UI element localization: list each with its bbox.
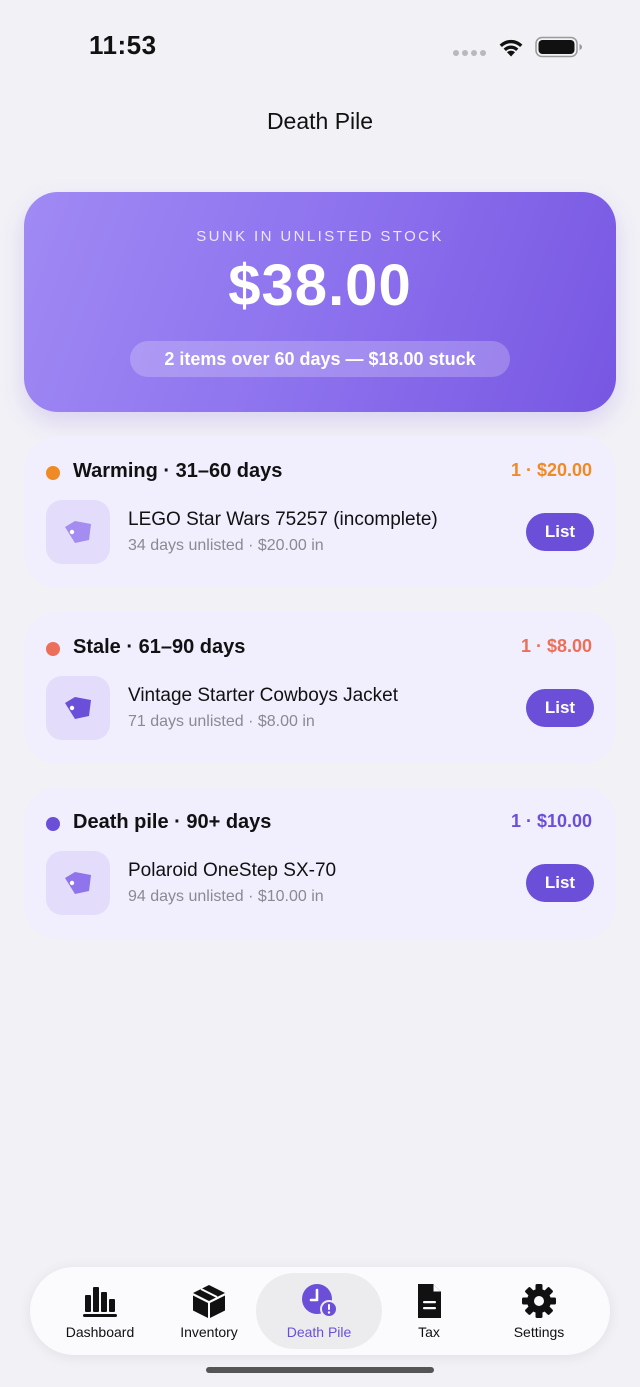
list-item[interactable]: Polaroid OneStep SX-70 94 days unlisted … <box>46 851 594 915</box>
status-dot-icon <box>46 817 60 831</box>
list-item[interactable]: Vintage Starter Cowboys Jacket 71 days u… <box>46 676 594 740</box>
tab-death-pile[interactable]: Death Pile <box>256 1273 382 1349</box>
home-indicator <box>206 1367 434 1373</box>
status-bar: 11:53 <box>0 0 640 90</box>
wifi-icon <box>499 39 523 57</box>
group-header: Warming · 31–60 days 1 · $20.00 <box>46 460 592 486</box>
tab-inventory[interactable]: Inventory <box>149 1273 269 1349</box>
group-title: Stale · 61–90 days <box>73 636 246 658</box>
tab-dashboard[interactable]: Dashboard <box>40 1273 160 1349</box>
cellular-signal-icon <box>453 50 486 56</box>
summary-label: SUNK IN UNLISTED STOCK <box>196 228 444 245</box>
status-time: 11:53 <box>89 30 157 60</box>
list-button[interactable]: List <box>526 689 594 727</box>
list-item[interactable]: LEGO Star Wars 75257 (incomplete) 34 day… <box>46 500 594 564</box>
battery-icon <box>535 36 582 58</box>
group-summary: 1 · $20.00 <box>510 460 592 480</box>
item-name: Polaroid OneStep SX-70 <box>128 860 337 881</box>
price-tag-icon <box>65 872 91 894</box>
group-death-pile: Death pile · 90+ days 1 · $10.00 Polaroi… <box>24 787 616 939</box>
tab-bar: Dashboard Inventory Death Pile Tax Setti… <box>30 1267 610 1355</box>
document-icon <box>418 1284 441 1318</box>
bar-chart-icon <box>83 1287 117 1317</box>
item-meta: 34 days unlisted · $20.00 in <box>128 537 324 554</box>
group-summary: 1 · $10.00 <box>510 811 592 831</box>
item-name: LEGO Star Wars 75257 (incomplete) <box>128 509 438 530</box>
group-title: Warming · 31–60 days <box>73 460 283 482</box>
item-thumbnail <box>46 851 110 915</box>
tab-settings[interactable]: Settings <box>479 1273 599 1349</box>
summary-amount: $38.00 <box>228 253 412 318</box>
tab-label: Inventory <box>180 1324 238 1340</box>
group-warming: Warming · 31–60 days 1 · $20.00 LEGO Sta… <box>24 436 616 588</box>
tab-label: Death Pile <box>286 1324 352 1340</box>
tab-tax[interactable]: Tax <box>369 1273 489 1349</box>
list-button[interactable]: List <box>526 513 594 551</box>
tab-label: Settings <box>513 1324 565 1340</box>
group-header: Stale · 61–90 days 1 · $8.00 <box>46 636 592 662</box>
group-stale: Stale · 61–90 days 1 · $8.00 Vintage Sta… <box>24 612 616 764</box>
gear-icon <box>522 1284 556 1318</box>
tab-label: Dashboard <box>65 1324 135 1340</box>
price-tag-icon <box>65 521 91 543</box>
group-header: Death pile · 90+ days 1 · $10.00 <box>46 811 592 837</box>
page-title: Death Pile <box>266 108 374 134</box>
price-tag-icon <box>65 697 91 719</box>
item-name: Vintage Starter Cowboys Jacket <box>128 685 399 706</box>
group-summary: 1 · $8.00 <box>520 636 592 656</box>
tab-label: Tax <box>418 1324 440 1340</box>
item-thumbnail <box>46 676 110 740</box>
sunk-stock-summary-card: SUNK IN UNLISTED STOCK $38.00 2 items ov… <box>24 192 616 412</box>
clock-alert-icon <box>302 1284 338 1318</box>
summary-stuck-pill: 2 items over 60 days — $18.00 stuck <box>130 341 510 377</box>
box-icon <box>193 1285 225 1318</box>
status-dot-icon <box>46 466 60 480</box>
item-meta: 94 days unlisted · $10.00 in <box>128 888 324 905</box>
list-button[interactable]: List <box>526 864 594 902</box>
group-title: Death pile · 90+ days <box>73 811 272 833</box>
status-dot-icon <box>46 642 60 656</box>
item-meta: 71 days unlisted · $8.00 in <box>128 713 315 730</box>
item-thumbnail <box>46 500 110 564</box>
